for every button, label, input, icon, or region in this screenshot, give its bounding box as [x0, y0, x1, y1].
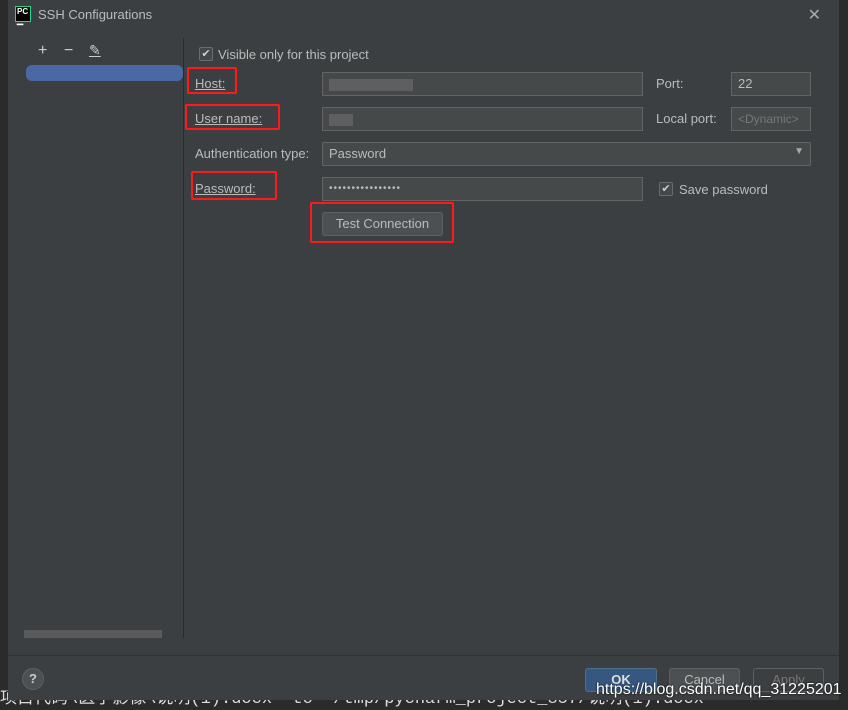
pycharm-logo-icon: PC ▁	[15, 6, 31, 25]
watermark: https://blog.csdn.net/qq_31225201	[596, 681, 842, 698]
visible-only-label: Visible only for this project	[218, 47, 369, 62]
edit-icon[interactable]: ✎	[89, 42, 101, 59]
footer-divider	[8, 655, 839, 656]
host-blurred-value	[329, 79, 413, 91]
local-port-label: Local port:	[656, 111, 717, 126]
auth-type-label: Authentication type:	[195, 146, 310, 161]
auth-type-select[interactable]: Password ▼	[322, 142, 811, 166]
save-password-checkbox[interactable]: ✔	[659, 182, 673, 196]
chevron-down-icon: ▼	[794, 146, 804, 157]
save-password-label: Save password	[679, 182, 768, 197]
close-icon[interactable]: ✕	[808, 5, 821, 25]
highlight-host	[187, 67, 237, 94]
port-input[interactable]: 22	[731, 72, 811, 96]
username-input[interactable]	[322, 107, 643, 131]
help-button[interactable]: ?	[22, 668, 44, 690]
highlight-password	[191, 171, 277, 200]
highlight-test-connection	[310, 202, 454, 243]
configurations-list-panel: + − ✎	[16, 38, 184, 638]
username-blurred-value	[329, 114, 353, 126]
port-label: Port:	[656, 76, 684, 91]
host-input[interactable]	[322, 72, 643, 96]
configuration-list-item-selected[interactable]	[26, 65, 183, 81]
visible-only-checkbox[interactable]: ✔	[199, 47, 213, 61]
add-icon[interactable]: +	[38, 42, 47, 60]
password-input[interactable]: ••••••••••••••••	[322, 177, 643, 201]
highlight-username	[185, 104, 280, 130]
title-bar: PC ▁ SSH Configurations ✕	[8, 0, 839, 30]
local-port-input[interactable]: <Dynamic>	[731, 107, 811, 131]
remove-icon[interactable]: −	[64, 42, 73, 60]
horizontal-scrollbar[interactable]	[24, 630, 162, 638]
dialog-title: SSH Configurations	[38, 7, 153, 22]
auth-type-value: Password	[329, 146, 387, 161]
ssh-configurations-dialog: PC ▁ SSH Configurations ✕ + − ✎ ✔ Visible…	[8, 0, 840, 700]
